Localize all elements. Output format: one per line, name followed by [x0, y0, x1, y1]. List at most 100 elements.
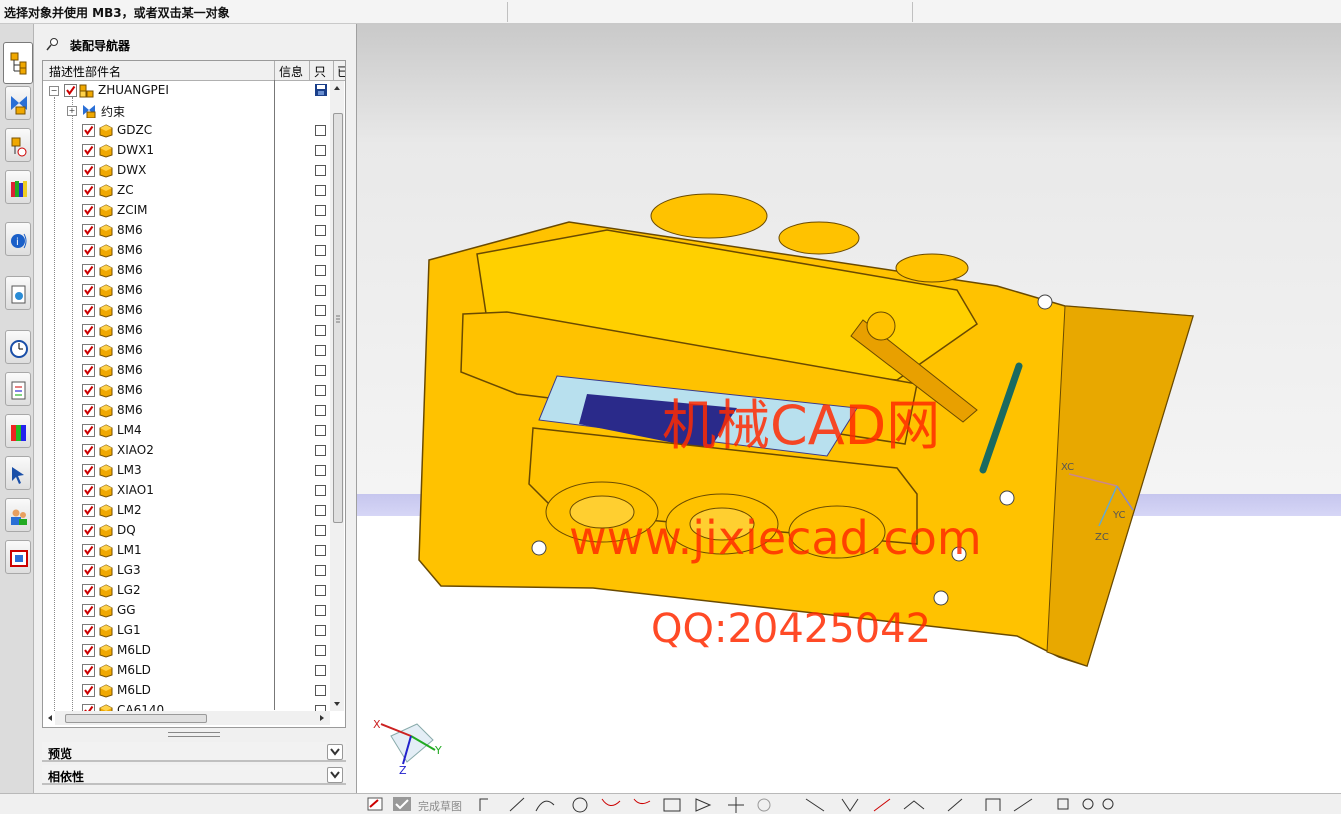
- visibility-checkbox[interactable]: [82, 464, 95, 477]
- readonly-checkbox[interactable]: [315, 525, 326, 536]
- tree-row-part[interactable]: M6LD: [43, 641, 326, 661]
- cylinder-top-1[interactable]: [650, 193, 768, 239]
- tree-row-part[interactable]: M6LD: [43, 661, 326, 681]
- visualization-tab[interactable]: [5, 414, 31, 448]
- readonly-checkbox[interactable]: [315, 665, 326, 676]
- visibility-checkbox[interactable]: [82, 124, 95, 137]
- visibility-checkbox[interactable]: [82, 244, 95, 257]
- readonly-checkbox[interactable]: [315, 465, 326, 476]
- visibility-checkbox[interactable]: [82, 504, 95, 517]
- users-tab[interactable]: [5, 498, 31, 532]
- tree-row-part[interactable]: 8M6: [43, 281, 326, 301]
- readonly-checkbox[interactable]: [315, 545, 326, 556]
- visibility-checkbox[interactable]: [82, 364, 95, 377]
- assembly-navigator-tab[interactable]: [3, 42, 33, 84]
- assembly-tree[interactable]: 描述性部件名 信息 只 已 − ZHUANGPEI: [42, 60, 346, 728]
- scroll-down-icon[interactable]: [330, 699, 344, 709]
- visibility-checkbox[interactable]: [82, 524, 95, 537]
- readonly-checkbox[interactable]: [315, 345, 326, 356]
- tree-row-root[interactable]: − ZHUANGPEI: [43, 81, 327, 101]
- tree-row-part[interactable]: ZCIM: [43, 201, 326, 221]
- visibility-checkbox[interactable]: [82, 404, 95, 417]
- tree-row-part[interactable]: LM3: [43, 461, 326, 481]
- tree-row-part[interactable]: ZC: [43, 181, 326, 201]
- chevron-down-icon[interactable]: [327, 767, 343, 783]
- visibility-checkbox[interactable]: [82, 324, 95, 337]
- sketch-curve-tools[interactable]: [474, 795, 834, 813]
- tree-row-part[interactable]: LG3: [43, 561, 326, 581]
- readonly-checkbox[interactable]: [315, 605, 326, 616]
- column-extra[interactable]: 已: [337, 63, 345, 80]
- finish-sketch-label[interactable]: 完成草图: [418, 798, 462, 814]
- process-studio-tab[interactable]: [5, 372, 31, 406]
- collapse-icon[interactable]: −: [49, 86, 59, 96]
- tree-row-part[interactable]: LM4: [43, 421, 326, 441]
- visibility-checkbox[interactable]: [82, 424, 95, 437]
- reuse-library-tab[interactable]: [5, 170, 31, 204]
- constraint-navigator-tab[interactable]: [5, 86, 31, 120]
- tree-row-part[interactable]: 8M6: [43, 241, 326, 261]
- system-materials-tab[interactable]: [5, 540, 31, 574]
- visibility-checkbox[interactable]: [82, 384, 95, 397]
- preview-section[interactable]: 预览: [42, 742, 346, 762]
- visibility-checkbox[interactable]: [82, 604, 95, 617]
- tree-row-constraints[interactable]: + 约束: [43, 101, 323, 121]
- panel-splitter[interactable]: [168, 732, 220, 737]
- visibility-checkbox[interactable]: [82, 564, 95, 577]
- cylinder-top-2[interactable]: [778, 221, 860, 255]
- visibility-checkbox[interactable]: [82, 624, 95, 637]
- history-palette-tab[interactable]: [5, 276, 31, 310]
- scroll-right-icon[interactable]: [317, 711, 327, 725]
- readonly-checkbox[interactable]: [315, 445, 326, 456]
- tree-row-part[interactable]: 8M6: [43, 261, 326, 281]
- readonly-checkbox[interactable]: [315, 145, 326, 156]
- tree-row-part[interactable]: 8M6: [43, 221, 326, 241]
- tree-row-part[interactable]: LG1: [43, 621, 326, 641]
- readonly-checkbox[interactable]: [315, 385, 326, 396]
- readonly-checkbox[interactable]: [315, 325, 326, 336]
- tree-row-part[interactable]: DQ: [43, 521, 326, 541]
- readonly-checkbox[interactable]: [315, 585, 326, 596]
- visibility-checkbox[interactable]: [82, 224, 95, 237]
- roles-tab[interactable]: [5, 456, 31, 490]
- visibility-checkbox[interactable]: [82, 344, 95, 357]
- tree-row-part[interactable]: GG: [43, 601, 326, 621]
- tree-row-part[interactable]: DWX1: [43, 141, 326, 161]
- column-info[interactable]: 信息: [279, 63, 303, 80]
- readonly-checkbox[interactable]: [315, 285, 326, 296]
- visibility-checkbox[interactable]: [82, 264, 95, 277]
- readonly-checkbox[interactable]: [315, 645, 326, 656]
- readonly-checkbox[interactable]: [315, 485, 326, 496]
- part-navigator-tab[interactable]: [5, 128, 31, 162]
- visibility-checkbox[interactable]: [82, 144, 95, 157]
- visibility-checkbox[interactable]: [82, 164, 95, 177]
- graphics-viewport[interactable]: 机械CAD网 www.jixiecad.com QQ:20425042 XC Y…: [357, 24, 1341, 793]
- history-tab[interactable]: [5, 330, 31, 364]
- sketch-icon[interactable]: [366, 795, 386, 813]
- readonly-checkbox[interactable]: [315, 505, 326, 516]
- assembly-model-view[interactable]: 机械CAD网 www.jixiecad.com QQ:20425042 XC Y…: [357, 24, 1341, 793]
- visibility-checkbox[interactable]: [82, 684, 95, 697]
- readonly-checkbox[interactable]: [315, 365, 326, 376]
- tree-row-part[interactable]: GDZC: [43, 121, 326, 141]
- visibility-checkbox[interactable]: [82, 444, 95, 457]
- readonly-checkbox[interactable]: [315, 225, 326, 236]
- visibility-checkbox[interactable]: [64, 84, 77, 97]
- visibility-checkbox[interactable]: [82, 584, 95, 597]
- readonly-checkbox[interactable]: [315, 305, 326, 316]
- column-readonly[interactable]: 只: [314, 63, 326, 80]
- tree-row-part[interactable]: XIAO1: [43, 481, 326, 501]
- tree-row-part[interactable]: 8M6: [43, 361, 326, 381]
- tree-row-part[interactable]: 8M6: [43, 341, 326, 361]
- tree-row-part[interactable]: 8M6: [43, 321, 326, 341]
- tree-row-part[interactable]: DWX: [43, 161, 326, 181]
- readonly-checkbox[interactable]: [315, 165, 326, 176]
- tree-row-part[interactable]: 8M6: [43, 381, 326, 401]
- tree-row-part[interactable]: XIAO2: [43, 441, 326, 461]
- visibility-checkbox[interactable]: [82, 644, 95, 657]
- tree-vertical-scrollbar[interactable]: [330, 81, 344, 711]
- visibility-checkbox[interactable]: [82, 184, 95, 197]
- scroll-left-icon[interactable]: [45, 711, 55, 725]
- readonly-checkbox[interactable]: [315, 625, 326, 636]
- visibility-checkbox[interactable]: [82, 284, 95, 297]
